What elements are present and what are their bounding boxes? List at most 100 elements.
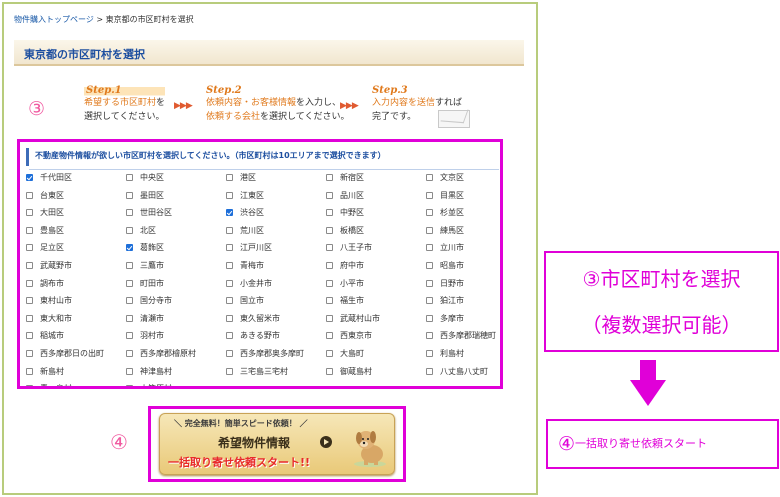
- city-label[interactable]: 調布市: [40, 278, 64, 290]
- city-label[interactable]: 練馬区: [440, 225, 464, 237]
- city-checkbox[interactable]: [426, 174, 433, 181]
- city-label[interactable]: 台東区: [40, 190, 64, 202]
- city-label[interactable]: 足立区: [40, 242, 64, 254]
- city-label[interactable]: 葛飾区: [140, 242, 164, 254]
- city-label[interactable]: 武蔵村山市: [340, 313, 380, 325]
- city-label[interactable]: 西多摩郡瑞穂町: [440, 330, 496, 342]
- city-label[interactable]: 豊島区: [40, 225, 64, 237]
- city-checkbox[interactable]: [26, 244, 33, 252]
- city-checkbox[interactable]: [426, 209, 433, 217]
- city-label[interactable]: 御蔵島村: [340, 366, 372, 378]
- city-label[interactable]: 神津島村: [140, 366, 172, 378]
- city-label[interactable]: 渋谷区: [240, 207, 264, 219]
- city-label[interactable]: 品川区: [340, 190, 364, 202]
- city-label[interactable]: 大田区: [40, 207, 64, 219]
- city-checkbox[interactable]: [26, 279, 33, 287]
- city-label[interactable]: 文京区: [440, 172, 464, 184]
- city-checkbox[interactable]: [326, 297, 333, 305]
- city-checkbox[interactable]: [326, 209, 333, 217]
- city-checkbox[interactable]: [226, 297, 233, 305]
- city-label[interactable]: 日野市: [440, 278, 464, 290]
- city-label[interactable]: 稲城市: [40, 330, 64, 342]
- city-label[interactable]: 多摩市: [440, 313, 464, 325]
- city-checkbox[interactable]: [26, 191, 33, 199]
- city-label[interactable]: 小金井市: [240, 278, 272, 290]
- city-checkbox[interactable]: [226, 314, 233, 322]
- city-label[interactable]: 三宅島三宅村: [240, 366, 288, 378]
- city-label[interactable]: 港区: [240, 172, 256, 184]
- city-label[interactable]: 墨田区: [140, 190, 164, 202]
- city-checkbox[interactable]: [226, 279, 233, 287]
- bulk-request-start-button[interactable]: ＼ 完全無料！簡単スピード依頼！ ／ 希望物件情報 一括取り寄せ依頼スタート!!: [159, 413, 395, 475]
- city-checkbox[interactable]: [426, 279, 433, 287]
- city-checkbox[interactable]: [126, 191, 133, 199]
- city-label[interactable]: 八王子市: [340, 242, 372, 254]
- city-checkbox[interactable]: [326, 191, 333, 199]
- city-checkbox[interactable]: [126, 385, 133, 386]
- city-label[interactable]: 江東区: [240, 190, 264, 202]
- city-checkbox[interactable]: [126, 244, 133, 252]
- city-label[interactable]: 利島村: [440, 348, 464, 360]
- city-checkbox[interactable]: [126, 350, 133, 357]
- city-label[interactable]: 町田市: [140, 278, 164, 290]
- city-checkbox[interactable]: [26, 262, 33, 269]
- city-label[interactable]: 江戸川区: [240, 242, 272, 254]
- breadcrumb-home-link[interactable]: 物件購入トップページ: [14, 15, 94, 24]
- city-checkbox[interactable]: [26, 350, 33, 357]
- city-checkbox[interactable]: [426, 297, 433, 305]
- city-label[interactable]: 北区: [140, 225, 156, 237]
- city-checkbox[interactable]: [126, 209, 133, 217]
- city-checkbox[interactable]: [226, 191, 233, 199]
- city-checkbox[interactable]: [226, 226, 233, 234]
- city-label[interactable]: 国分寺市: [140, 295, 172, 307]
- city-checkbox[interactable]: [26, 385, 33, 386]
- city-checkbox[interactable]: [226, 262, 233, 269]
- city-checkbox[interactable]: [126, 279, 133, 287]
- city-label[interactable]: 板橋区: [340, 225, 364, 237]
- city-checkbox[interactable]: [326, 244, 333, 252]
- city-checkbox[interactable]: [426, 262, 433, 269]
- city-label[interactable]: 西東京市: [340, 330, 372, 342]
- city-checkbox[interactable]: [126, 332, 133, 340]
- city-checkbox[interactable]: [26, 209, 33, 217]
- city-label[interactable]: 世田谷区: [140, 207, 172, 219]
- city-label[interactable]: 昭島市: [440, 260, 464, 272]
- city-checkbox[interactable]: [426, 350, 433, 357]
- city-label[interactable]: 東久留米市: [240, 313, 280, 325]
- city-checkbox[interactable]: [326, 332, 333, 340]
- city-label[interactable]: 立川市: [440, 242, 464, 254]
- city-checkbox[interactable]: [326, 226, 333, 234]
- city-checkbox[interactable]: [326, 350, 333, 357]
- city-label[interactable]: 中野区: [340, 207, 364, 219]
- city-checkbox[interactable]: [326, 262, 333, 269]
- city-label[interactable]: 府中市: [340, 260, 364, 272]
- city-checkbox[interactable]: [126, 226, 133, 234]
- city-label[interactable]: 羽村市: [140, 330, 164, 342]
- city-checkbox[interactable]: [326, 279, 333, 287]
- city-label[interactable]: あきる野市: [240, 330, 280, 342]
- city-checkbox[interactable]: [226, 350, 233, 357]
- city-label[interactable]: 西多摩郡奥多摩町: [240, 348, 304, 360]
- city-checkbox[interactable]: [226, 174, 233, 181]
- city-label[interactable]: 杉並区: [440, 207, 464, 219]
- city-checkbox[interactable]: [226, 209, 233, 217]
- city-label[interactable]: 東村山市: [40, 295, 72, 307]
- city-checkbox[interactable]: [326, 174, 333, 181]
- city-checkbox[interactable]: [126, 314, 133, 322]
- city-label[interactable]: 八丈島八丈町: [440, 366, 488, 378]
- city-label[interactable]: 狛江市: [440, 295, 464, 307]
- city-checkbox[interactable]: [326, 367, 333, 375]
- city-label[interactable]: 小平市: [340, 278, 364, 290]
- city-checkbox[interactable]: [426, 367, 433, 375]
- city-label[interactable]: 小笠原村: [140, 383, 172, 386]
- city-checkbox[interactable]: [26, 297, 33, 305]
- city-checkbox[interactable]: [126, 174, 133, 181]
- city-checkbox[interactable]: [26, 314, 33, 322]
- city-checkbox[interactable]: [326, 314, 333, 322]
- city-label[interactable]: 目黒区: [440, 190, 464, 202]
- city-checkbox[interactable]: [126, 297, 133, 305]
- city-label[interactable]: 福生市: [340, 295, 364, 307]
- city-checkbox[interactable]: [226, 332, 233, 340]
- city-checkbox[interactable]: [126, 262, 133, 269]
- city-checkbox[interactable]: [226, 367, 233, 375]
